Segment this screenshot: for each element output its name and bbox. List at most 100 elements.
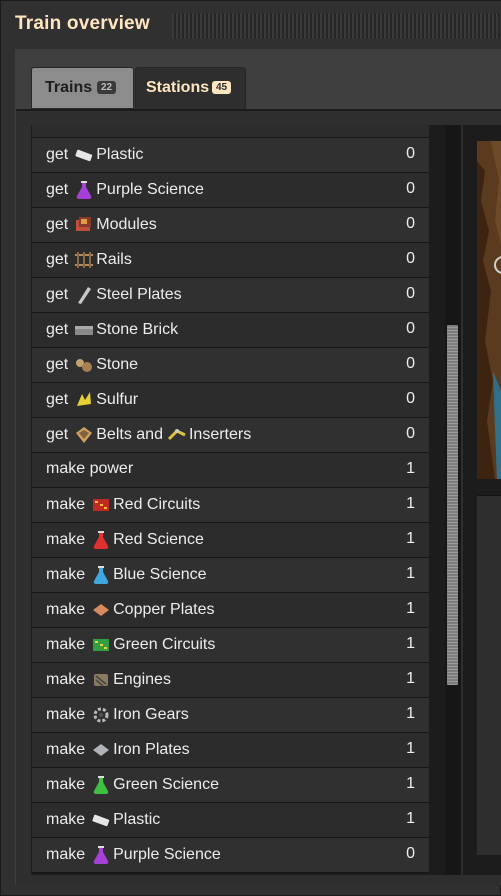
station-name: get Purple Science: [46, 180, 204, 200]
station-train-count: 1: [406, 460, 415, 477]
plastic-icon: [74, 145, 94, 165]
purple-science-icon: [91, 845, 111, 865]
plastic-icon: [91, 810, 111, 830]
station-row[interactable]: make Red Circuits 1: [32, 488, 429, 523]
station-name: get Plastic: [46, 145, 143, 165]
window-body: Trains 22 Stations 45 get Plastic 0 get Purp…: [15, 49, 501, 885]
station-prefix: make: [46, 531, 86, 548]
station-prefix: make: [46, 460, 86, 477]
station-row[interactable]: make Green Circuits 1: [32, 628, 429, 663]
station-name: make Green Circuits: [46, 635, 215, 655]
tab-stations-label: Stations: [146, 79, 210, 96]
station-train-count: 1: [406, 530, 415, 547]
station-label: Stone: [96, 356, 139, 373]
station-label: Iron Gears: [113, 706, 189, 723]
station-prefix: get: [46, 286, 69, 303]
station-label: Plastic: [113, 811, 161, 828]
station-row[interactable]: make Red Science 1: [32, 523, 429, 558]
tab-stations[interactable]: Stations 45: [135, 67, 246, 109]
iron-plate-icon: [91, 740, 111, 760]
station-row[interactable]: make Engines 1: [32, 663, 429, 698]
modules-icon: [74, 215, 94, 235]
station-train-count: 1: [406, 810, 415, 827]
red-circuit-icon: [91, 495, 111, 515]
station-name: make Green Science: [46, 775, 219, 795]
belt-icon: [74, 425, 94, 445]
station-train-count: 0: [406, 145, 415, 162]
station-row[interactable]: make Green Science 1: [32, 768, 429, 803]
station-name: get Belts and Inserters: [46, 425, 251, 445]
title-bar[interactable]: Train overview: [1, 1, 501, 49]
station-row[interactable]: get Steel Plates 0: [32, 278, 429, 313]
station-label: Sulfur: [96, 391, 139, 408]
stations-panel: get Plastic 0 get Purple Science 0 get Modules 0…: [16, 109, 501, 885]
station-label: Iron Plates: [113, 741, 190, 758]
station-name: make Blue Science: [46, 565, 207, 585]
station-row[interactable]: make Copper Plates 1: [32, 593, 429, 628]
station-row[interactable]: get Belts and Inserters 0: [32, 418, 429, 453]
station-prefix: make: [46, 846, 86, 863]
iron-gear-icon: [91, 705, 111, 725]
station-row[interactable]: get Plastic 0: [32, 138, 429, 173]
station-detail-lower: [477, 495, 501, 855]
station-train-count: 0: [406, 285, 415, 302]
station-name: make Plastic: [46, 810, 160, 830]
station-label: Green Science: [113, 776, 219, 793]
station-row[interactable]: get Stone Brick 0: [32, 313, 429, 348]
station-name: make Red Science: [46, 530, 204, 550]
station-prefix: make: [46, 671, 86, 688]
station-name: make Engines: [46, 670, 171, 690]
station-label: Red Circuits: [113, 496, 201, 513]
station-list-scrollbar[interactable]: [445, 125, 461, 875]
station-prefix: make: [46, 566, 86, 583]
station-prefix: get: [46, 216, 69, 233]
scrollbar-thumb[interactable]: [447, 325, 458, 685]
station-prefix: make: [46, 811, 86, 828]
station-row[interactable]: make Plastic 1: [32, 803, 429, 838]
station-prefix: make: [46, 601, 86, 618]
station-train-count: 1: [406, 495, 415, 512]
station-name: get Modules: [46, 215, 157, 235]
drag-handle[interactable]: [172, 13, 501, 39]
station-label: Belts and: [96, 426, 163, 443]
station-train-count: 0: [406, 250, 415, 267]
rails-icon: [74, 250, 94, 270]
station-label: Stone Brick: [96, 321, 179, 338]
station-prefix: get: [46, 391, 69, 408]
station-prefix: make: [46, 496, 86, 513]
station-prefix: get: [46, 181, 69, 198]
station-prefix: make: [46, 636, 86, 653]
station-name: get Stone Brick: [46, 320, 178, 340]
station-prefix: make: [46, 706, 86, 723]
station-train-count: 0: [406, 355, 415, 372]
station-name: make power: [46, 460, 133, 478]
station-train-count: 0: [406, 425, 415, 442]
station-label: Copper Plates: [113, 601, 215, 618]
station-name: get Sulfur: [46, 390, 138, 410]
station-name: get Stone: [46, 355, 138, 375]
station-row[interactable]: get Modules 0: [32, 208, 429, 243]
station-list[interactable]: get Plastic 0 get Purple Science 0 get Modules 0…: [32, 124, 429, 874]
station-prefix: get: [46, 321, 69, 338]
station-train-count: 0: [406, 845, 415, 862]
list-item[interactable]: [32, 124, 429, 138]
station-train-count: 0: [406, 215, 415, 232]
station-row[interactable]: get Stone 0: [32, 348, 429, 383]
tab-trains[interactable]: Trains 22: [31, 67, 134, 109]
station-label: Rails: [96, 251, 132, 268]
station-row[interactable]: make power 1: [32, 453, 429, 488]
station-row[interactable]: make Purple Science 0: [32, 838, 429, 873]
blue-science-icon: [91, 565, 111, 585]
steel-plate-icon: [74, 285, 94, 305]
station-row[interactable]: make Iron Plates 1: [32, 733, 429, 768]
station-row[interactable]: make Iron Gears 1: [32, 698, 429, 733]
station-row[interactable]: get Rails 0: [32, 243, 429, 278]
station-label: Green Circuits: [113, 636, 216, 653]
station-row[interactable]: get Sulfur 0: [32, 383, 429, 418]
station-prefix: get: [46, 146, 69, 163]
station-name: make Iron Gears: [46, 705, 189, 725]
station-list-frame: get Plastic 0 get Purple Science 0 get Modules 0…: [31, 124, 461, 875]
station-minimap[interactable]: [477, 141, 501, 479]
station-row[interactable]: get Purple Science 0: [32, 173, 429, 208]
station-row[interactable]: make Blue Science 1: [32, 558, 429, 593]
